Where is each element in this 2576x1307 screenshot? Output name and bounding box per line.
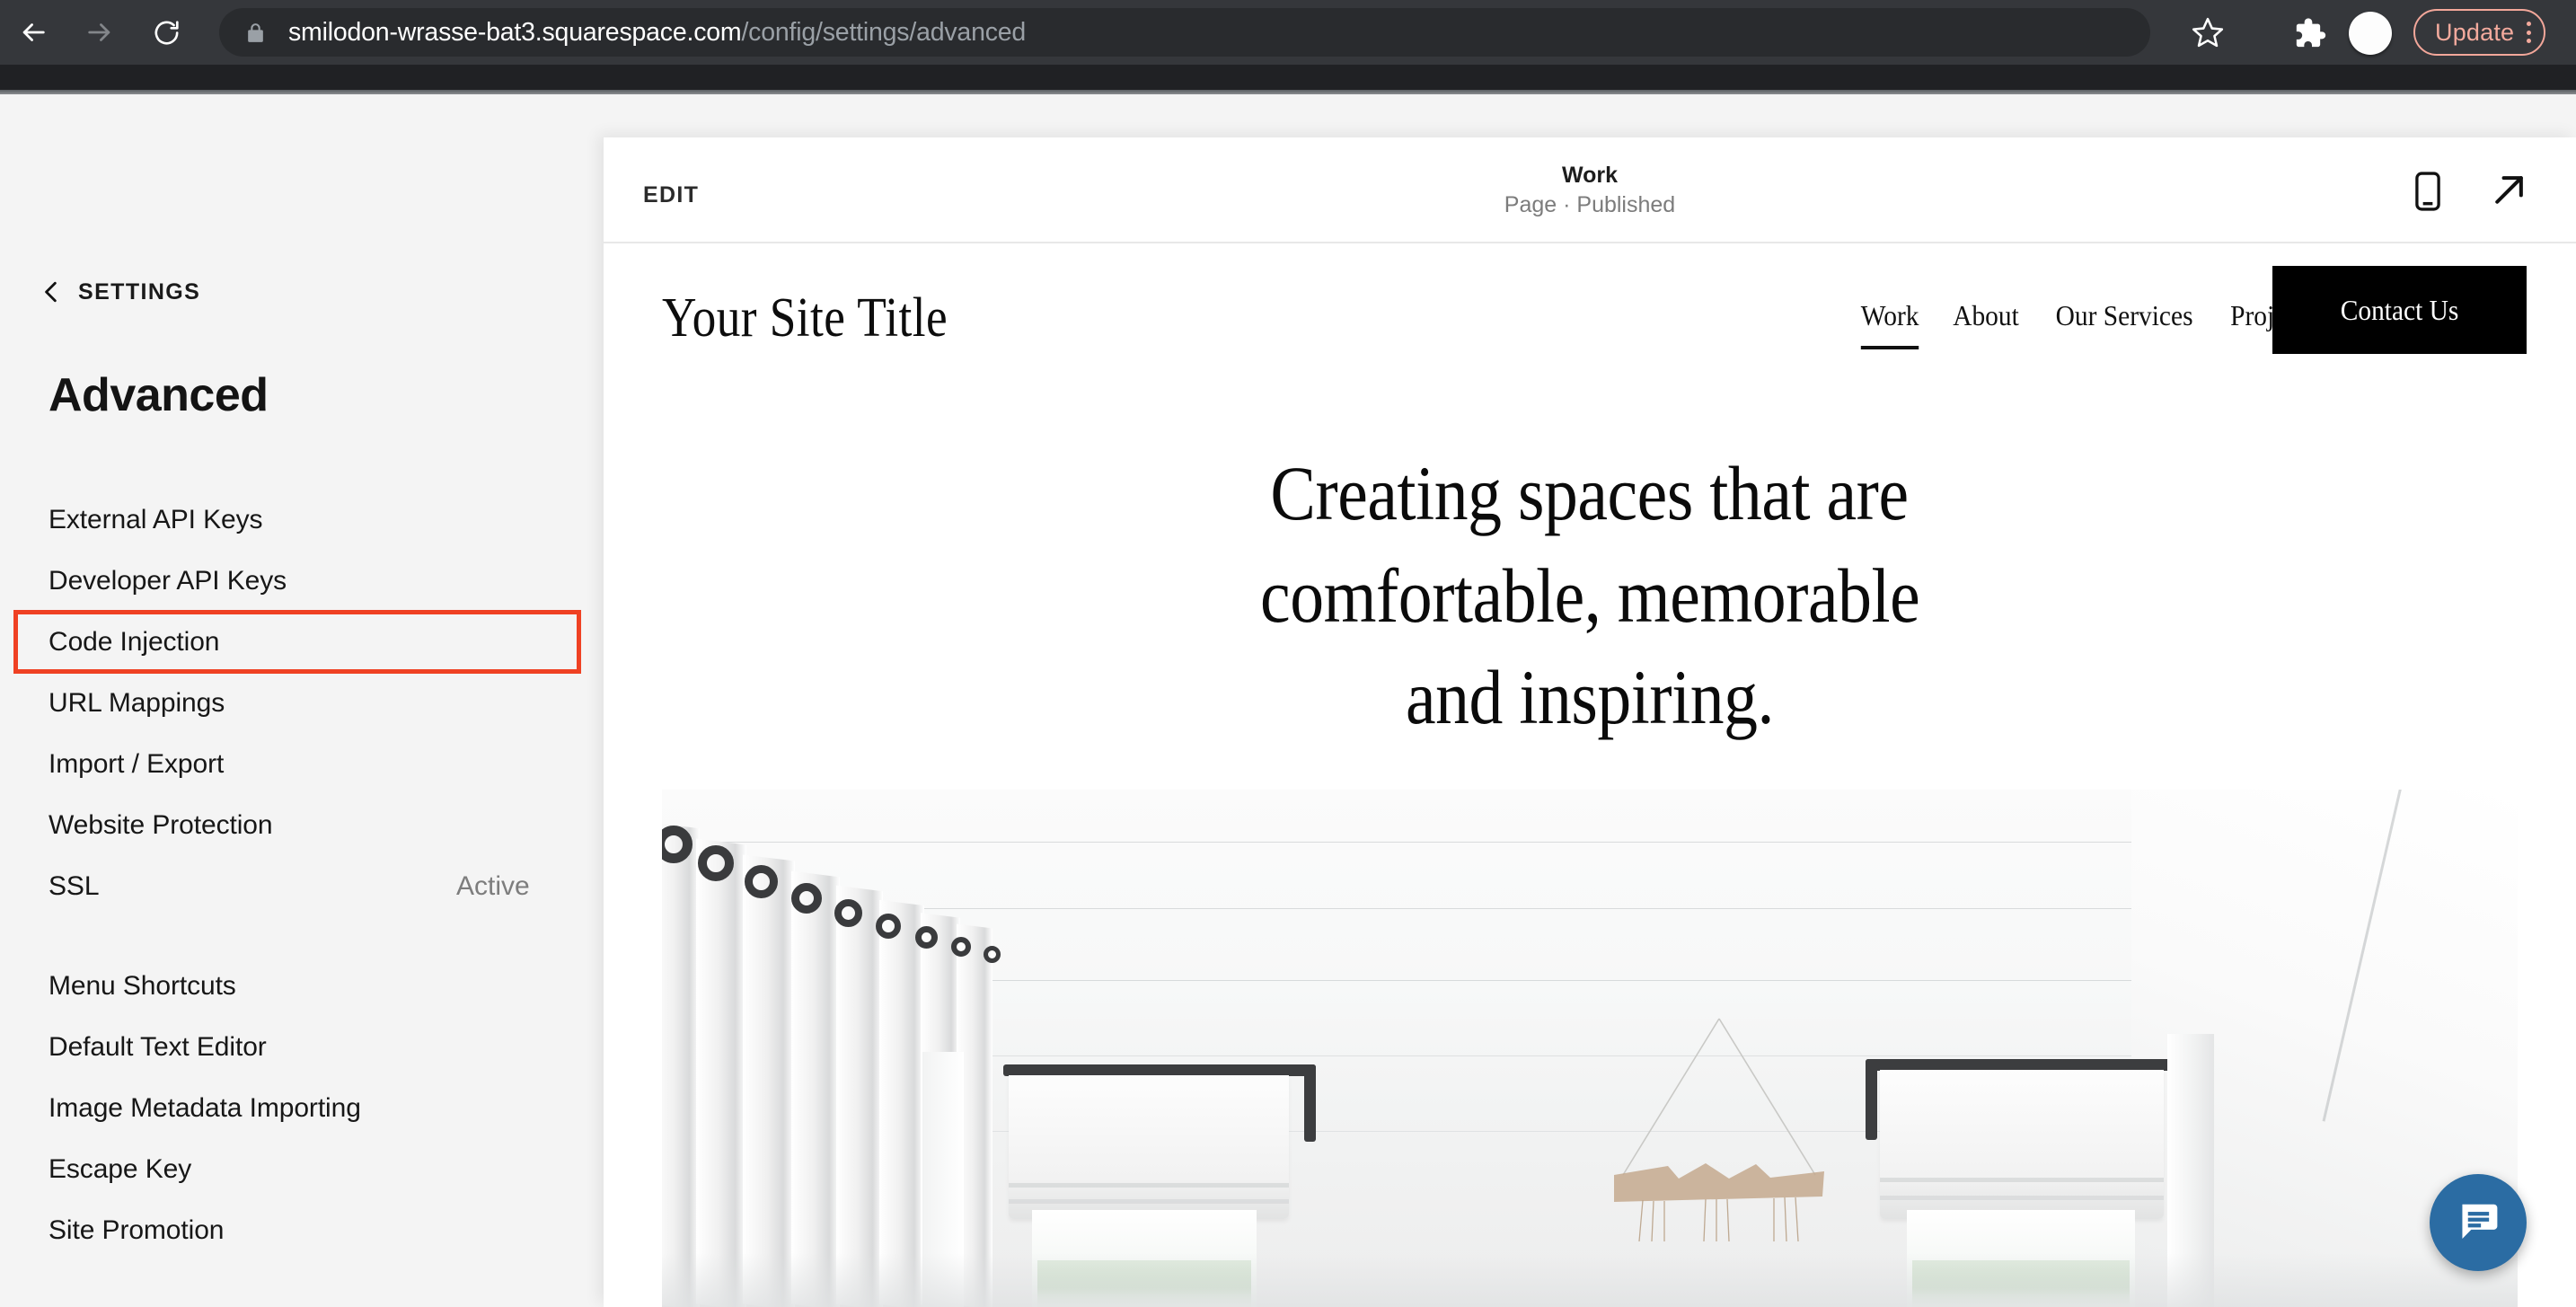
- sidebar-item-image-metadata-importing[interactable]: Image Metadata Importing: [0, 1084, 604, 1133]
- sidebar-item-external-api-keys[interactable]: External API Keys: [0, 496, 604, 544]
- contact-us-label: Contact Us: [2340, 293, 2459, 326]
- contact-us-button[interactable]: Contact Us: [2272, 266, 2527, 354]
- sidebar-item-label: Site Promotion: [49, 1215, 225, 1245]
- hero-heading: Creating spaces that are comfortable, me…: [604, 443, 2576, 749]
- preview-toolbar: EDIT Work Page · Published: [604, 137, 2576, 243]
- site-preview-panel: EDIT Work Page · Published Your Site Tit…: [604, 137, 2576, 1307]
- site-preview-content: Your Site Title Work About Our Services …: [604, 243, 2576, 1307]
- open-external-arrow-icon: [2495, 176, 2523, 204]
- preview-page-title: Work: [1561, 163, 1619, 188]
- wall-hanging-decor: [1614, 1019, 1825, 1242]
- preview-page-info: Work Page · Published: [604, 137, 2576, 243]
- sidebar-item-label: Developer API Keys: [49, 566, 287, 596]
- sidebar-item-menu-shortcuts[interactable]: Menu Shortcuts: [0, 962, 604, 1011]
- sidebar-item-url-mappings[interactable]: URL Mappings: [0, 679, 604, 728]
- sidebar-item-website-protection[interactable]: Website Protection: [0, 801, 604, 850]
- sidebar-item-import-export[interactable]: Import / Export: [0, 740, 604, 789]
- sidebar-item-label: Escape Key: [49, 1154, 192, 1184]
- lock-icon: [248, 22, 263, 42]
- site-nav-link-our-services[interactable]: Our Services: [2055, 299, 2192, 332]
- bookmark-button[interactable]: [2184, 9, 2231, 56]
- arrow-right-icon: [88, 23, 110, 41]
- hero-image: [662, 790, 2518, 1307]
- sidebar-item-label: Code Injection: [49, 627, 220, 657]
- toolbar-lower-strip: [0, 65, 2576, 90]
- arrow-left-icon: [22, 23, 45, 41]
- update-label: Update: [2435, 18, 2515, 46]
- site-logo[interactable]: Your Site Title: [662, 287, 948, 350]
- address-bar[interactable]: smilodon-wrasse-bat3.squarespace.com/con…: [219, 8, 2150, 57]
- back-to-settings-link[interactable]: SETTINGS: [40, 277, 200, 307]
- puzzle-piece-icon: [2296, 18, 2326, 48]
- hero-line-2: comfortable, memorable: [1259, 552, 1920, 639]
- chat-widget-button[interactable]: [2430, 1174, 2527, 1271]
- star-outline-icon: [2192, 17, 2224, 48]
- sidebar-item-label: External API Keys: [49, 505, 263, 534]
- update-button[interactable]: Update: [2413, 9, 2546, 56]
- mobile-device-icon: [2415, 172, 2440, 211]
- chevron-left-icon: [45, 281, 57, 303]
- forward-button[interactable]: [66, 0, 133, 65]
- site-nav: Work About Our Services Projects: [1858, 299, 2319, 349]
- sidebar-item-label: URL Mappings: [49, 688, 225, 718]
- avatar[interactable]: [2349, 12, 2392, 55]
- sidebar-item-ssl[interactable]: SSL Active: [0, 862, 604, 911]
- site-nav-link-about[interactable]: About: [1953, 299, 2019, 332]
- sidebar-item-developer-api-keys[interactable]: Developer API Keys: [0, 557, 604, 605]
- sidebar-item-label: SSL: [49, 871, 100, 901]
- sidebar-item-site-promotion[interactable]: Site Promotion: [0, 1206, 604, 1255]
- url-domain: smilodon-wrasse-bat3.squarespace.com: [288, 17, 742, 47]
- back-label: SETTINGS: [78, 278, 201, 305]
- sidebar-item-label: Menu Shortcuts: [49, 971, 236, 1001]
- edit-button[interactable]: EDIT: [643, 182, 699, 208]
- sidebar-item-code-injection[interactable]: Code Injection: [0, 618, 604, 667]
- preview-page-status: Page · Published: [1504, 192, 1676, 217]
- three-dot-menu-icon[interactable]: [2527, 22, 2532, 43]
- site-nav-link-work[interactable]: Work: [1861, 299, 1920, 349]
- sidebar-item-label: Default Text Editor: [49, 1032, 267, 1062]
- reload-icon: [154, 20, 179, 44]
- page-title: Advanced: [49, 369, 269, 421]
- hero-line-3: and inspiring.: [1405, 654, 1775, 741]
- app-body: SETTINGS Advanced External API Keys Deve…: [0, 94, 2576, 1307]
- site-header: Your Site Title Work About Our Services …: [604, 243, 2576, 405]
- sidebar-item-label: Website Protection: [49, 810, 273, 840]
- mobile-view-button[interactable]: [2414, 172, 2441, 216]
- chat-bubble-icon: [2462, 1204, 2498, 1239]
- browser-toolbar: smilodon-wrasse-bat3.squarespace.com/con…: [0, 0, 2576, 65]
- url-path: /config/settings/advanced: [741, 17, 1027, 47]
- hero-line-1: Creating spaces that are: [1270, 450, 1910, 536]
- back-button[interactable]: [0, 0, 66, 65]
- reload-button[interactable]: [133, 0, 199, 65]
- sidebar-item-label: Import / Export: [49, 749, 225, 779]
- sidebar-item-escape-key[interactable]: Escape Key: [0, 1145, 604, 1194]
- url-text: smilodon-wrasse-bat3.squarespace.com/con…: [288, 18, 1026, 48]
- open-in-new-tab-button[interactable]: [2490, 170, 2529, 214]
- settings-sidebar: SETTINGS Advanced External API Keys Deve…: [0, 94, 604, 1307]
- extensions-button[interactable]: [2289, 13, 2330, 54]
- sidebar-item-default-text-editor[interactable]: Default Text Editor: [0, 1023, 604, 1072]
- ssl-status-value: Active: [456, 871, 530, 901]
- sidebar-item-label: Image Metadata Importing: [49, 1093, 361, 1123]
